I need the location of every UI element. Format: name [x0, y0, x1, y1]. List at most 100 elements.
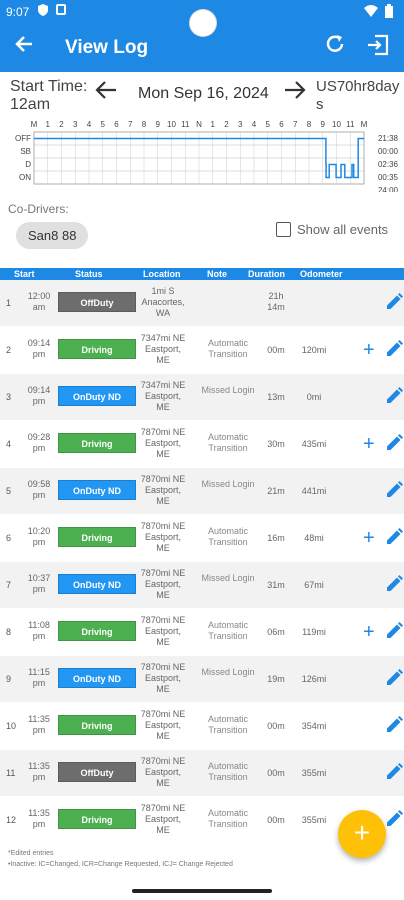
- table-row[interactable]: 11 11:35 pm OffDuty 7870mi NE Eastport, ME A…: [0, 750, 404, 797]
- row-status-badge: OnDuty ND: [58, 574, 136, 594]
- graph-hour-label: 5: [101, 120, 106, 129]
- edit-pencil-icon[interactable]: [384, 715, 404, 735]
- edit-pencil-icon[interactable]: [384, 668, 404, 688]
- footnote: *Edited entries •Inactive: IC=Changed, I…: [8, 848, 233, 870]
- graph-hour-label: 2: [224, 120, 229, 129]
- row-duration: 13m: [267, 392, 285, 402]
- row-index: 1: [6, 298, 12, 308]
- edit-pencil-icon[interactable]: [384, 527, 404, 547]
- refresh-icon[interactable]: [324, 33, 346, 61]
- row-location: 1mi S Anacortes, WA: [141, 286, 185, 318]
- co-drivers-label: Co-Drivers:: [8, 202, 69, 216]
- add-event-button[interactable]: +: [338, 810, 386, 858]
- row-odometer: 67mi: [304, 580, 324, 590]
- camera-cutout: [190, 10, 216, 36]
- insert-event-icon[interactable]: +: [363, 527, 375, 550]
- duty-status-graph: M 1 2 3 4 5 6 7 8 9 10 11 N 1 2 3 4 5 6 7 8 9 10 11 M OFF SB D ON 21:…: [12, 118, 404, 195]
- header-note: Note: [207, 269, 227, 279]
- table-row[interactable]: 3 09:14 pm OnDuty ND 7347mi NE Eastport, ME…: [0, 374, 404, 421]
- footnote-edited: *Edited entries: [8, 850, 54, 857]
- table-row[interactable]: 5 09:58 pm OnDuty ND 7870mi NE Eastport, ME…: [0, 468, 404, 515]
- row-start-time: 11:08 pm: [28, 620, 50, 641]
- row-duration: 30m: [267, 439, 285, 449]
- row-status-badge: Driving: [58, 527, 136, 547]
- log-date: Mon Sep 16, 2024: [138, 85, 269, 102]
- row-note: Automatic Transition: [207, 714, 249, 735]
- graph-status-label: OFF: [15, 134, 31, 143]
- row-note: Automatic Transition: [207, 761, 249, 782]
- logout-icon[interactable]: [366, 33, 390, 62]
- edit-pencil-icon[interactable]: [384, 621, 404, 641]
- graph-hour-label: 10: [167, 120, 176, 129]
- next-day-arrow-icon[interactable]: [283, 78, 307, 109]
- edit-pencil-icon[interactable]: [384, 339, 404, 359]
- row-status-badge: Driving: [58, 715, 136, 735]
- table-row[interactable]: 7 10:37 pm OnDuty ND 7870mi NE Eastport, ME…: [0, 562, 404, 609]
- row-duration: 00m: [267, 721, 285, 731]
- row-odometer: 120mi: [301, 345, 327, 355]
- date-row: Start Time: 12am Mon Sep 16, 2024 US70hr…: [0, 72, 404, 118]
- start-time-value: 12am: [10, 96, 51, 113]
- row-location: 7870mi NE Eastport, ME: [140, 662, 186, 694]
- row-status-badge: Driving: [58, 621, 136, 641]
- edit-pencil-icon[interactable]: [384, 574, 404, 594]
- row-status-badge: OnDuty ND: [58, 480, 136, 500]
- row-index: 2: [6, 345, 12, 355]
- table-row[interactable]: 6 10:20 pm Driving 7870mi NE Eastport, ME Au…: [0, 515, 404, 562]
- graph-total: 24:00: [378, 186, 399, 192]
- graph-total: 00:35: [378, 173, 399, 182]
- edit-pencil-icon[interactable]: [384, 292, 404, 312]
- edit-pencil-icon[interactable]: [384, 762, 404, 782]
- row-note: Automatic Transition: [207, 808, 249, 829]
- graph-total: 00:00: [378, 147, 399, 156]
- table-row[interactable]: 1 12:00 am OffDuty 1mi S Anacortes, WA 21h 1…: [0, 280, 404, 327]
- row-index: 3: [6, 392, 12, 402]
- graph-total: 21:38: [378, 134, 399, 143]
- insert-event-icon[interactable]: +: [363, 433, 375, 456]
- graph-status-label: D: [25, 160, 31, 169]
- show-all-checkbox[interactable]: [276, 222, 291, 237]
- edit-pencil-icon[interactable]: [384, 386, 404, 406]
- table-row[interactable]: 2 09:14 pm Driving 7347mi NE Eastport, ME Au…: [0, 327, 404, 374]
- row-start-time: 09:14 pm: [27, 385, 51, 406]
- table-row[interactable]: 10 11:35 pm Driving 7870mi NE Eastport, ME A…: [0, 703, 404, 750]
- edit-pencil-icon[interactable]: [384, 433, 404, 453]
- row-start-time: 09:14 pm: [27, 338, 51, 359]
- home-indicator[interactable]: [132, 889, 272, 893]
- edit-pencil-icon[interactable]: [384, 809, 404, 829]
- insert-event-icon[interactable]: +: [363, 339, 375, 362]
- back-arrow-icon[interactable]: [14, 34, 34, 60]
- row-start-time: 09:58 pm: [27, 479, 51, 500]
- start-time-label: Start Time:: [10, 78, 88, 95]
- header-duration: Duration: [248, 269, 285, 279]
- row-odometer: 441mi: [301, 486, 327, 496]
- graph-hour-label: 1: [211, 120, 216, 129]
- row-index: 6: [6, 533, 12, 543]
- graph-hour-label: N: [196, 120, 202, 129]
- graph-status-label: SB: [20, 147, 31, 156]
- previous-day-arrow-icon[interactable]: [94, 78, 118, 109]
- row-duration: 00m: [267, 345, 285, 355]
- table-row[interactable]: 8 11:08 pm Driving 7870mi NE Eastport, ME Au…: [0, 609, 404, 656]
- graph-hour-label: 5: [266, 120, 271, 129]
- row-start-time: 09:28 pm: [27, 432, 51, 453]
- row-duration: 21h 14m: [267, 291, 285, 312]
- table-row[interactable]: 4 09:28 pm Driving 7870mi NE Eastport, ME Au…: [0, 421, 404, 468]
- row-status-badge: OffDuty: [58, 762, 136, 782]
- row-status-badge: OffDuty: [58, 292, 136, 312]
- row-note: Automatic Transition: [207, 432, 249, 453]
- row-location: 7870mi NE Eastport, ME: [140, 709, 186, 741]
- edit-pencil-icon[interactable]: [384, 480, 404, 500]
- co-driver-chip[interactable]: San8 88: [16, 222, 89, 249]
- graph-hour-label: 4: [252, 120, 257, 129]
- table-row[interactable]: 9 11:15 pm OnDuty ND 7870mi NE Eastport, ME…: [0, 656, 404, 703]
- row-note: Missed Login: [201, 573, 255, 583]
- row-duration: 16m: [267, 533, 285, 543]
- graph-hour-label: 6: [114, 120, 119, 129]
- graph-hour-label: M: [31, 120, 38, 129]
- insert-event-icon[interactable]: +: [363, 621, 375, 644]
- row-duration: 31m: [267, 580, 285, 590]
- show-all-events-toggle[interactable]: Show all events: [276, 222, 388, 237]
- row-location: 7870mi NE Eastport, ME: [140, 756, 186, 788]
- row-status-badge: OnDuty ND: [58, 668, 136, 688]
